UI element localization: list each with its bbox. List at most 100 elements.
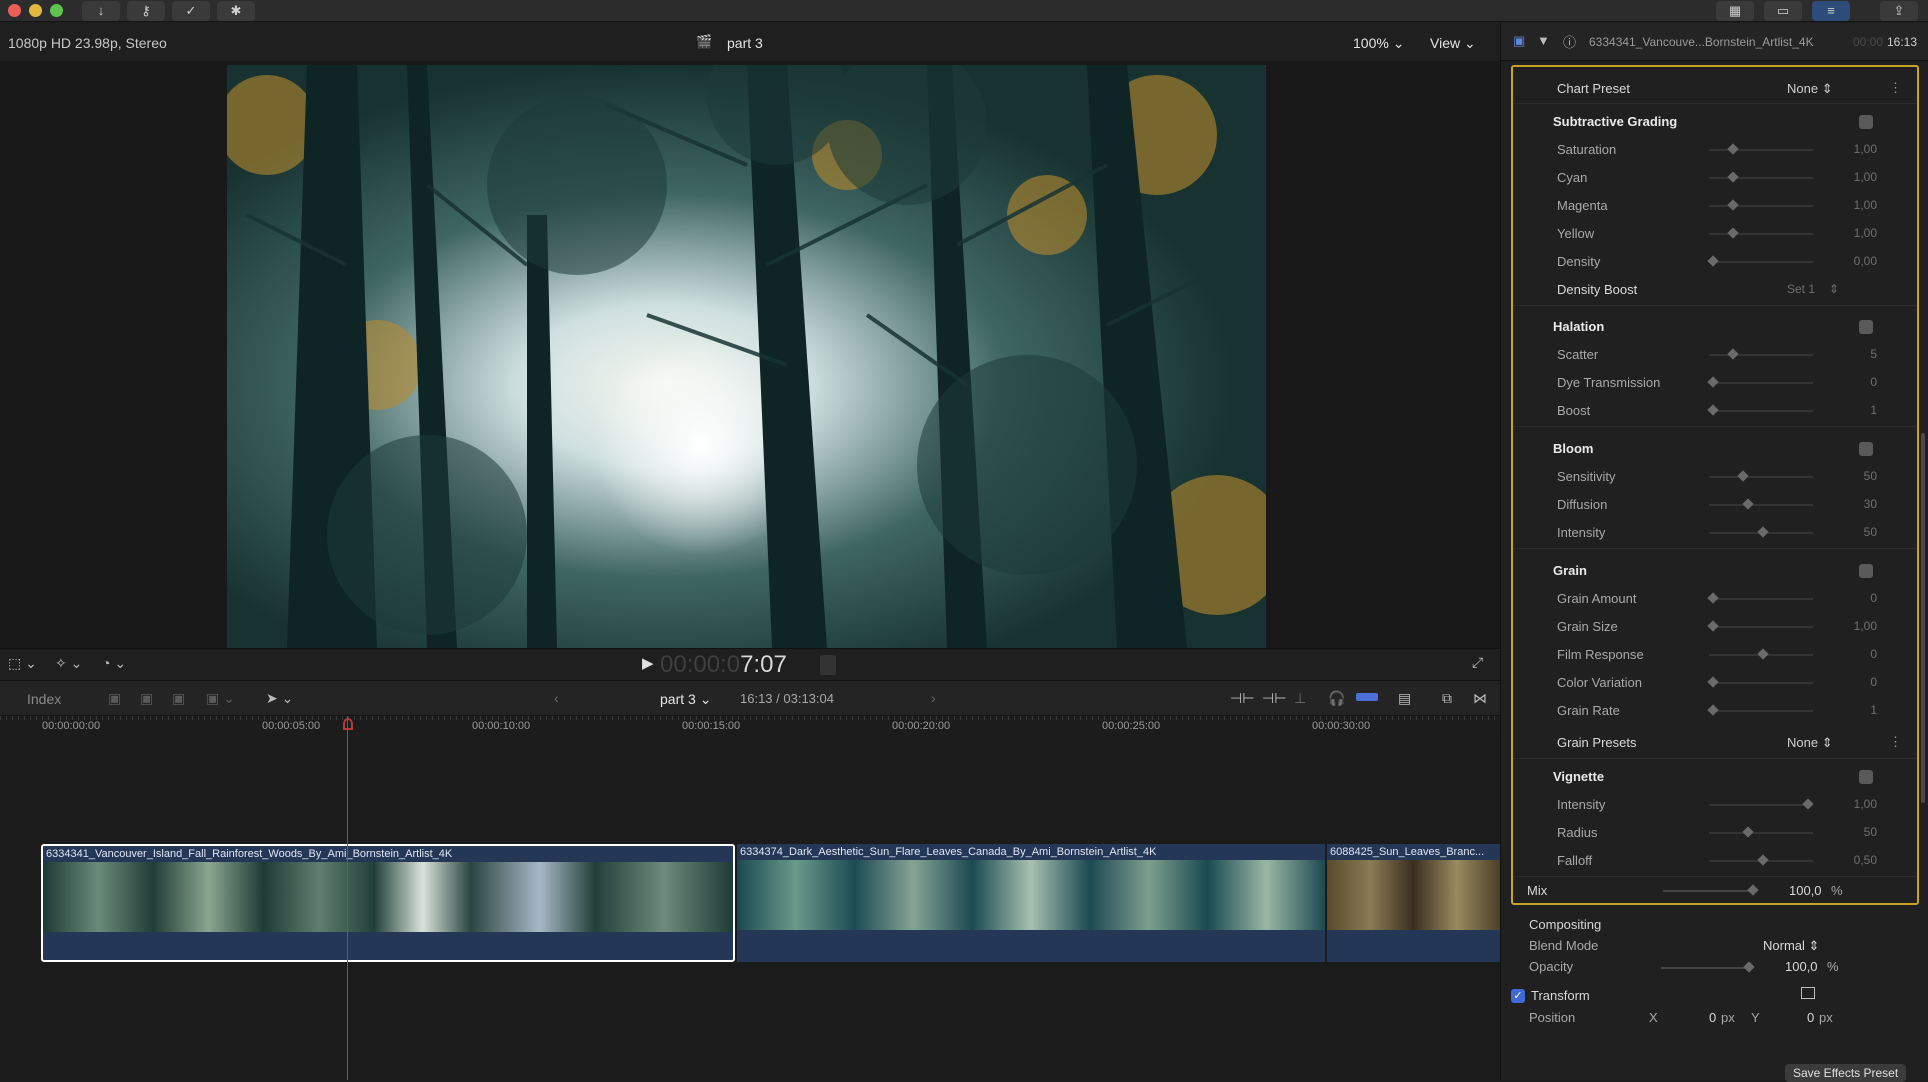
index-button[interactable]: Index [27, 691, 61, 707]
append-clip-icon[interactable]: ▣ [172, 690, 185, 707]
history-back-icon[interactable]: ‹ [554, 690, 559, 706]
param-slider[interactable] [1709, 382, 1813, 384]
transform-tool-icon[interactable]: ⬚ ⌄ [8, 655, 37, 673]
param-slider[interactable] [1709, 710, 1813, 712]
more-options-icon[interactable]: ⋮ [1889, 80, 1902, 96]
solo-icon[interactable] [1356, 693, 1378, 701]
headphones-icon[interactable]: 🎧 [1328, 690, 1345, 707]
param-value[interactable]: 1,00 [1854, 619, 1877, 633]
transform-enable-checkbox[interactable]: ✓ [1511, 989, 1525, 1003]
param-slider[interactable] [1709, 149, 1813, 151]
param-slider-knob[interactable] [1757, 854, 1769, 866]
param-slider-knob[interactable] [1707, 592, 1719, 604]
connect-clip-icon[interactable]: ▣ [108, 690, 121, 707]
param-value[interactable]: 5 [1870, 347, 1877, 361]
param-slider-knob[interactable] [1727, 171, 1739, 183]
inspector-scrollbar[interactable] [1921, 433, 1925, 803]
view-menu[interactable]: View ⌄ [1430, 35, 1476, 52]
param-slider-knob[interactable] [1742, 826, 1754, 838]
param-slider-knob[interactable] [1707, 404, 1719, 416]
param-value[interactable]: 0,50 [1854, 853, 1877, 867]
param-slider[interactable] [1709, 626, 1813, 628]
opacity-slider-knob[interactable] [1743, 961, 1755, 973]
info-icon[interactable]: ⓘ [1563, 32, 1576, 51]
video-inspector-icon[interactable]: ▣ [1513, 33, 1525, 49]
param-slider[interactable] [1709, 476, 1813, 478]
chart-preset-select[interactable]: None ⇕ [1787, 81, 1833, 97]
transform-overlay-icon[interactable] [1801, 987, 1815, 999]
zoom-window-button[interactable] [50, 4, 63, 17]
param-slider-knob[interactable] [1707, 376, 1719, 388]
param-slider-knob[interactable] [1727, 143, 1739, 155]
param-slider[interactable] [1709, 832, 1813, 834]
param-value[interactable]: 50 [1864, 469, 1877, 483]
param-value[interactable]: 0,00 [1854, 254, 1877, 268]
mix-slider-knob[interactable] [1747, 884, 1759, 896]
minimize-window-button[interactable] [29, 4, 42, 17]
param-slider-knob[interactable] [1707, 255, 1719, 267]
param-value[interactable]: 50 [1864, 825, 1877, 839]
overwrite-clip-icon[interactable]: ▣ ⌄ [206, 690, 235, 707]
param-value[interactable]: 1,00 [1854, 170, 1877, 184]
halation-enable-checkbox[interactable] [1859, 320, 1873, 334]
blend-mode-select[interactable]: Normal ⇕ [1763, 938, 1819, 954]
param-slider[interactable] [1709, 410, 1813, 412]
param-slider-knob[interactable] [1727, 199, 1739, 211]
insert-clip-icon[interactable]: ▣ [140, 690, 153, 707]
bloom-enable-checkbox[interactable] [1859, 442, 1873, 456]
zoom-select[interactable]: 100% ⌄ [1353, 35, 1404, 52]
param-slider-knob[interactable] [1707, 704, 1719, 716]
grid-view-icon[interactable]: ▦ [1716, 1, 1754, 21]
param-value[interactable]: 1 [1870, 703, 1877, 717]
param-value[interactable]: 1,00 [1854, 797, 1877, 811]
playhead-handle[interactable] [343, 718, 353, 730]
opacity-slider[interactable] [1661, 967, 1753, 969]
timeline-clip[interactable]: 6088425_Sun_Leaves_Branc... [1327, 844, 1500, 962]
param-slider[interactable] [1709, 233, 1813, 235]
speed-icon[interactable]: ◔ ⌄ [102, 655, 126, 673]
mix-value[interactable]: 100,0 [1789, 883, 1822, 898]
clip-appearance-icon[interactable]: ▤ [1398, 690, 1411, 707]
timeline-clip[interactable]: 6334341_Vancouver_Island_Fall_Rainforest… [41, 844, 735, 962]
timeline[interactable]: 6334341_Vancouver_Island_Fall_Rainforest… [0, 716, 1500, 1080]
param-value[interactable]: 1 [1870, 403, 1877, 417]
key-icon[interactable]: ⚷ [127, 1, 165, 21]
param-slider-knob[interactable] [1737, 470, 1749, 482]
grain-presets-select[interactable]: None ⇕ [1787, 735, 1833, 751]
param-slider[interactable] [1709, 177, 1813, 179]
param-slider[interactable] [1709, 261, 1813, 263]
param-slider-knob[interactable] [1707, 676, 1719, 688]
download-icon[interactable]: ↓ [82, 1, 120, 21]
zoom-to-fit-icon[interactable]: ⊣⊢ [1230, 690, 1254, 707]
param-slider-knob[interactable] [1707, 620, 1719, 632]
skimming-icon[interactable]: ⊣⊢ [1262, 690, 1286, 707]
param-value[interactable]: 0 [1870, 375, 1877, 389]
param-slider[interactable] [1709, 354, 1813, 356]
playhead-line[interactable] [347, 716, 348, 1080]
param-value[interactable]: 30 [1864, 497, 1877, 511]
density-boost-stepper-icon[interactable]: ⇕ [1829, 282, 1839, 296]
share-grid-icon[interactable]: ✱ [217, 1, 255, 21]
transitions-browser-icon[interactable]: ⋈ [1473, 690, 1487, 707]
param-value[interactable]: 1,00 [1854, 226, 1877, 240]
select-tool-icon[interactable]: ➤ ⌄ [266, 690, 293, 707]
video-frame[interactable] [227, 65, 1266, 648]
position-y-value[interactable]: 0 [1807, 1010, 1814, 1025]
filmstrip-icon[interactable]: ▭ [1764, 1, 1802, 21]
play-icon[interactable]: ▶ [642, 654, 654, 672]
close-window-button[interactable] [8, 4, 21, 17]
param-value[interactable]: 50 [1864, 525, 1877, 539]
more-options-icon[interactable]: ⋮ [1889, 734, 1902, 750]
param-slider-knob[interactable] [1742, 498, 1754, 510]
timeline-clip[interactable]: 6334374_Dark_Aesthetic_Sun_Flare_Leaves_… [737, 844, 1325, 962]
history-forward-icon[interactable]: › [931, 690, 936, 706]
position-x-value[interactable]: 0 [1709, 1010, 1716, 1025]
param-slider-knob[interactable] [1757, 648, 1769, 660]
vignette-enable-checkbox[interactable] [1859, 770, 1873, 784]
effects-browser-icon[interactable]: ⧉ [1442, 690, 1452, 707]
param-slider[interactable] [1709, 504, 1813, 506]
param-value[interactable]: 0 [1870, 675, 1877, 689]
mix-slider[interactable] [1663, 890, 1755, 892]
filter-icon[interactable]: ▼ [1537, 33, 1550, 48]
opacity-value[interactable]: 100,0 [1785, 959, 1818, 974]
